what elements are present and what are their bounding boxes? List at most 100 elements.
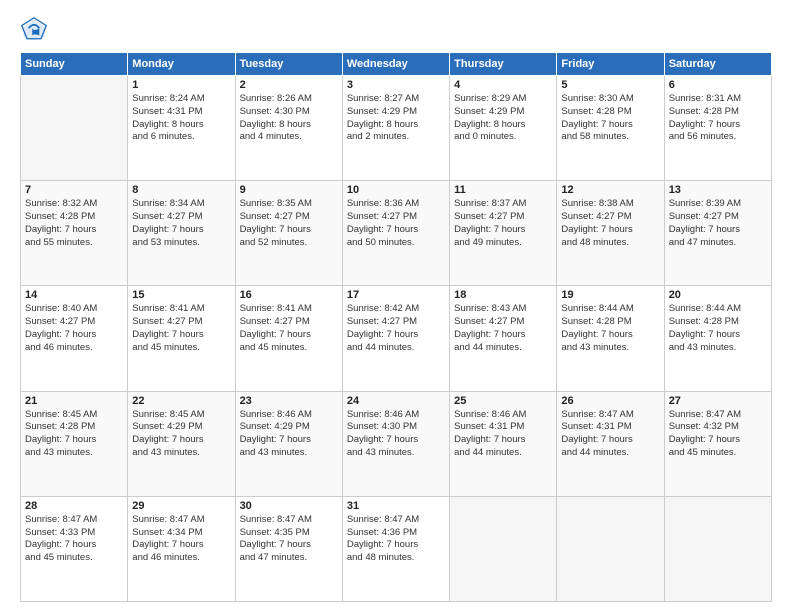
week-row-2: 14 Sunrise: 8:40 AMSunset: 4:27 PMDayligh… [21, 286, 772, 391]
calendar-cell: 8 Sunrise: 8:34 AMSunset: 4:27 PMDaylight… [128, 181, 235, 286]
day-number: 20 [669, 289, 767, 301]
header-friday: Friday [557, 53, 664, 76]
day-number: 26 [561, 395, 659, 407]
day-info: Sunrise: 8:32 AMSunset: 4:28 PMDaylight:… [25, 198, 123, 249]
header-thursday: Thursday [450, 53, 557, 76]
calendar-cell: 14 Sunrise: 8:40 AMSunset: 4:27 PMDayligh… [21, 286, 128, 391]
calendar-cell: 25 Sunrise: 8:46 AMSunset: 4:31 PMDayligh… [450, 391, 557, 496]
day-info: Sunrise: 8:24 AMSunset: 4:31 PMDaylight:… [132, 93, 230, 144]
page: SundayMondayTuesdayWednesdayThursdayFrid… [0, 0, 792, 612]
day-number: 19 [561, 289, 659, 301]
day-info: Sunrise: 8:46 AMSunset: 4:29 PMDaylight:… [240, 409, 338, 460]
day-number: 14 [25, 289, 123, 301]
day-number: 10 [347, 184, 445, 196]
day-number: 15 [132, 289, 230, 301]
calendar-cell: 10Sunrise: 8:36 AMSunset: 4:27 PMDayligh… [342, 181, 449, 286]
calendar-cell: 18 Sunrise: 8:43 AMSunset: 4:27 PMDayligh… [450, 286, 557, 391]
day-info: Sunrise: 8:47 AMSunset: 4:36 PMDaylight:… [347, 514, 445, 565]
calendar-cell: 31Sunrise: 8:47 AMSunset: 4:36 PMDayligh… [342, 496, 449, 601]
day-number: 5 [561, 79, 659, 91]
calendar-cell: 5 Sunrise: 8:30 AMSunset: 4:28 PMDaylight… [557, 76, 664, 181]
calendar-cell: 19Sunrise: 8:44 AMSunset: 4:28 PMDayligh… [557, 286, 664, 391]
day-info: Sunrise: 8:47 AMSunset: 4:33 PMDaylight:… [25, 514, 123, 565]
calendar-cell: 16 Sunrise: 8:41 AMSunset: 4:27 PMDayligh… [235, 286, 342, 391]
day-number: 1 [132, 79, 230, 91]
day-info: Sunrise: 8:47 AMSunset: 4:32 PMDaylight:… [669, 409, 767, 460]
calendar-cell: 26 Sunrise: 8:47 AMSunset: 4:31 PMDayligh… [557, 391, 664, 496]
day-number: 27 [669, 395, 767, 407]
calendar-cell: 3 Sunrise: 8:27 AMSunset: 4:29 PMDaylight… [342, 76, 449, 181]
calendar-cell: 15 Sunrise: 8:41 AMSunset: 4:27 PMDayligh… [128, 286, 235, 391]
week-row-3: 21Sunrise: 8:45 AMSunset: 4:28 PMDayligh… [21, 391, 772, 496]
day-number: 16 [240, 289, 338, 301]
calendar-cell: 20 Sunrise: 8:44 AMSunset: 4:28 PMDayligh… [664, 286, 771, 391]
day-info: Sunrise: 8:46 AMSunset: 4:31 PMDaylight:… [454, 409, 552, 460]
day-info: Sunrise: 8:37 AMSunset: 4:27 PMDaylight:… [454, 198, 552, 249]
calendar-cell: 7 Sunrise: 8:32 AMSunset: 4:28 PMDaylight… [21, 181, 128, 286]
day-info: Sunrise: 8:26 AMSunset: 4:30 PMDaylight:… [240, 93, 338, 144]
day-number: 24 [347, 395, 445, 407]
logo-icon [20, 16, 48, 44]
calendar-cell: 6Sunrise: 8:31 AMSunset: 4:28 PMDaylight… [664, 76, 771, 181]
day-number: 22 [132, 395, 230, 407]
calendar-cell: 11 Sunrise: 8:37 AMSunset: 4:27 PMDayligh… [450, 181, 557, 286]
header-wednesday: Wednesday [342, 53, 449, 76]
calendar-cell [664, 496, 771, 601]
header-monday: Monday [128, 53, 235, 76]
day-info: Sunrise: 8:41 AMSunset: 4:27 PMDaylight:… [132, 303, 230, 354]
day-info: Sunrise: 8:46 AMSunset: 4:30 PMDaylight:… [347, 409, 445, 460]
day-info: Sunrise: 8:39 AMSunset: 4:27 PMDaylight:… [669, 198, 767, 249]
day-info: Sunrise: 8:27 AMSunset: 4:29 PMDaylight:… [347, 93, 445, 144]
day-number: 30 [240, 500, 338, 512]
day-number: 23 [240, 395, 338, 407]
day-number: 12 [561, 184, 659, 196]
day-info: Sunrise: 8:47 AMSunset: 4:34 PMDaylight:… [132, 514, 230, 565]
day-number: 7 [25, 184, 123, 196]
day-info: Sunrise: 8:43 AMSunset: 4:27 PMDaylight:… [454, 303, 552, 354]
calendar-cell [557, 496, 664, 601]
day-info: Sunrise: 8:44 AMSunset: 4:28 PMDaylight:… [669, 303, 767, 354]
calendar-cell: 24 Sunrise: 8:46 AMSunset: 4:30 PMDayligh… [342, 391, 449, 496]
calendar-header-row: SundayMondayTuesdayWednesdayThursdayFrid… [21, 53, 772, 76]
calendar-cell: 23 Sunrise: 8:46 AMSunset: 4:29 PMDayligh… [235, 391, 342, 496]
calendar-cell: 28Sunrise: 8:47 AMSunset: 4:33 PMDayligh… [21, 496, 128, 601]
header-tuesday: Tuesday [235, 53, 342, 76]
week-row-1: 7 Sunrise: 8:32 AMSunset: 4:28 PMDaylight… [21, 181, 772, 286]
calendar-cell: 9Sunrise: 8:35 AMSunset: 4:27 PMDaylight… [235, 181, 342, 286]
calendar-cell: 2Sunrise: 8:26 AMSunset: 4:30 PMDaylight… [235, 76, 342, 181]
day-info: Sunrise: 8:47 AMSunset: 4:31 PMDaylight:… [561, 409, 659, 460]
day-info: Sunrise: 8:29 AMSunset: 4:29 PMDaylight:… [454, 93, 552, 144]
day-info: Sunrise: 8:47 AMSunset: 4:35 PMDaylight:… [240, 514, 338, 565]
day-info: Sunrise: 8:42 AMSunset: 4:27 PMDaylight:… [347, 303, 445, 354]
day-info: Sunrise: 8:34 AMSunset: 4:27 PMDaylight:… [132, 198, 230, 249]
day-info: Sunrise: 8:40 AMSunset: 4:27 PMDaylight:… [25, 303, 123, 354]
week-row-4: 28Sunrise: 8:47 AMSunset: 4:33 PMDayligh… [21, 496, 772, 601]
calendar-cell: 22 Sunrise: 8:45 AMSunset: 4:29 PMDayligh… [128, 391, 235, 496]
logo [20, 16, 52, 44]
day-info: Sunrise: 8:30 AMSunset: 4:28 PMDaylight:… [561, 93, 659, 144]
day-number: 13 [669, 184, 767, 196]
calendar-cell: 12 Sunrise: 8:38 AMSunset: 4:27 PMDayligh… [557, 181, 664, 286]
day-number: 4 [454, 79, 552, 91]
day-info: Sunrise: 8:41 AMSunset: 4:27 PMDaylight:… [240, 303, 338, 354]
day-number: 9 [240, 184, 338, 196]
calendar-cell: 1 Sunrise: 8:24 AMSunset: 4:31 PMDaylight… [128, 76, 235, 181]
day-number: 17 [347, 289, 445, 301]
day-number: 18 [454, 289, 552, 301]
calendar-cell [450, 496, 557, 601]
day-info: Sunrise: 8:45 AMSunset: 4:28 PMDaylight:… [25, 409, 123, 460]
week-row-0: 1 Sunrise: 8:24 AMSunset: 4:31 PMDaylight… [21, 76, 772, 181]
calendar-table: SundayMondayTuesdayWednesdayThursdayFrid… [20, 52, 772, 602]
calendar-cell [21, 76, 128, 181]
day-number: 29 [132, 500, 230, 512]
day-info: Sunrise: 8:38 AMSunset: 4:27 PMDaylight:… [561, 198, 659, 249]
calendar-cell: 27 Sunrise: 8:47 AMSunset: 4:32 PMDayligh… [664, 391, 771, 496]
calendar-cell: 4 Sunrise: 8:29 AMSunset: 4:29 PMDaylight… [450, 76, 557, 181]
calendar-cell: 17 Sunrise: 8:42 AMSunset: 4:27 PMDayligh… [342, 286, 449, 391]
day-number: 8 [132, 184, 230, 196]
day-number: 3 [347, 79, 445, 91]
calendar-cell: 30 Sunrise: 8:47 AMSunset: 4:35 PMDayligh… [235, 496, 342, 601]
day-number: 25 [454, 395, 552, 407]
day-number: 11 [454, 184, 552, 196]
day-info: Sunrise: 8:45 AMSunset: 4:29 PMDaylight:… [132, 409, 230, 460]
